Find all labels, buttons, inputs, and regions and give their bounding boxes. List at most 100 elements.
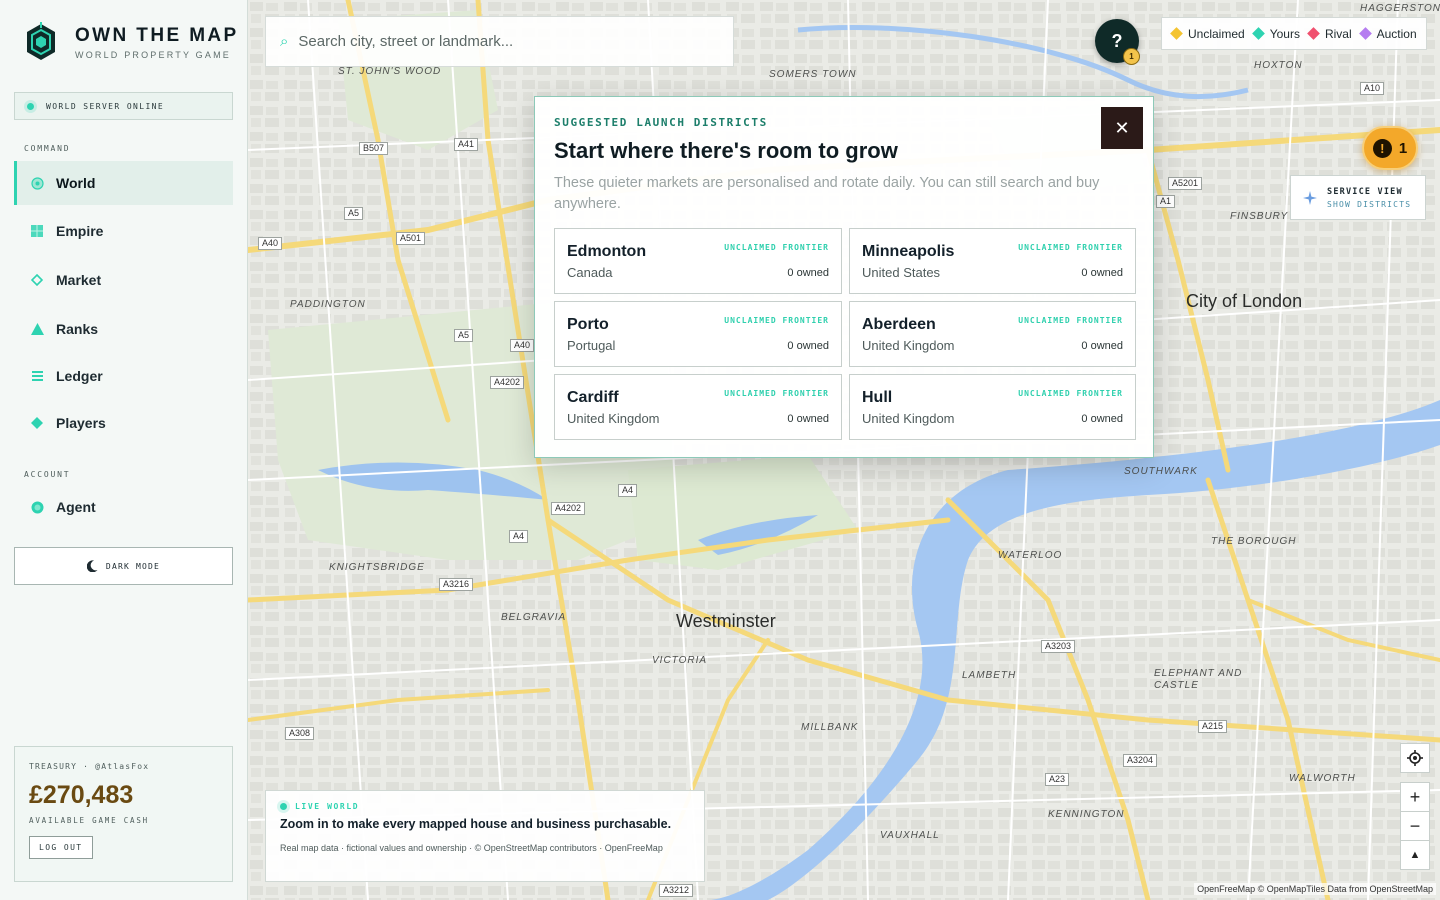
- alerts-button[interactable]: ! 1: [1362, 126, 1418, 170]
- modal-title: Start where there's room to grow: [554, 138, 898, 163]
- map-place-label: KNIGHTSBRIDGE: [329, 562, 425, 573]
- road-label: A41: [454, 138, 479, 151]
- district-tag: UNCLAIMED FRONTIER: [1018, 316, 1123, 325]
- nav-item-agent[interactable]: Agent: [14, 485, 233, 529]
- legend-diamond-icon: [1358, 27, 1372, 40]
- road-label: A40: [510, 339, 535, 352]
- nav-item-world[interactable]: World: [14, 161, 233, 205]
- grid-icon: [30, 224, 44, 238]
- district-card-edmonton[interactable]: Edmonton Canada UNCLAIMED FRONTIER 0 own…: [554, 228, 842, 294]
- map-place-label-westminster: Westminster: [676, 611, 776, 631]
- service-view-subtitle: SHOW DISTRICTS: [1327, 199, 1412, 209]
- map-place-label: FINSBURY: [1230, 211, 1289, 222]
- road-label: B507: [359, 142, 389, 155]
- map-place-label: HAGGERSTON: [1360, 3, 1440, 14]
- treasury-subtitle: AVAILABLE GAME CASH: [29, 816, 149, 825]
- road-label: A5: [344, 207, 364, 220]
- district-tag: UNCLAIMED FRONTIER: [724, 316, 829, 325]
- server-status-label: WORLD SERVER ONLINE: [46, 101, 165, 111]
- live-world-note: Real map data · fictional values and own…: [280, 843, 663, 853]
- locate-button[interactable]: [1400, 743, 1430, 773]
- map-place-label: LAMBETH: [962, 670, 1017, 681]
- moon-icon: [86, 560, 98, 572]
- map-place-label: WATERLOO: [998, 550, 1063, 561]
- nav-item-market[interactable]: Market: [14, 258, 233, 302]
- map-place-label: HOXTON: [1254, 60, 1303, 71]
- road-label: A308: [285, 727, 315, 740]
- zoom-in-button[interactable]: +: [1400, 782, 1430, 812]
- road-label: A4202: [490, 376, 525, 389]
- globe-icon: [30, 176, 44, 190]
- live-world-title: Zoom in to make every mapped house and b…: [280, 817, 672, 831]
- list-icon: [30, 369, 44, 383]
- road-label: A1: [1156, 195, 1176, 208]
- brand-title: OWN THE MAP: [75, 24, 239, 46]
- nav-item-ledger[interactable]: Ledger: [14, 354, 233, 398]
- legend-item-yours: Yours: [1251, 27, 1300, 41]
- map-place-label: VICTORIA: [652, 655, 708, 666]
- legend-label: Auction: [1376, 26, 1417, 41]
- diamond-outline-icon: [30, 273, 44, 287]
- brand-logo-icon: [27, 22, 55, 60]
- modal-eyebrow: SUGGESTED LAUNCH DISTRICTS: [554, 116, 768, 129]
- road-label: A4: [618, 484, 638, 497]
- nav-label: Agent: [56, 499, 96, 515]
- map-place-label: WALWORTH: [1289, 773, 1356, 784]
- section-label-account: ACCOUNT: [24, 470, 71, 479]
- dark-mode-label: DARK MODE: [105, 561, 161, 571]
- district-card-minneapolis[interactable]: Minneapolis United States UNCLAIMED FRON…: [849, 228, 1136, 294]
- map-place-label: PADDINGTON: [290, 299, 366, 310]
- legend-diamond-icon: [1307, 27, 1320, 40]
- road-label: A3203: [1041, 640, 1076, 653]
- map-place-label: MILLBANK: [801, 722, 859, 733]
- district-tag: UNCLAIMED FRONTIER: [1018, 389, 1123, 398]
- district-owned: 0 owned: [1081, 413, 1123, 425]
- district-tag: UNCLAIMED FRONTIER: [724, 389, 829, 398]
- legend-item-rival: Rival: [1307, 27, 1352, 41]
- legend-item-unclaimed: Unclaimed: [1170, 27, 1245, 41]
- locate-icon: [1407, 750, 1423, 766]
- nav-item-empire[interactable]: Empire: [14, 209, 233, 253]
- map-attribution: OpenFreeMap © OpenMapTiles Data from Ope…: [1194, 883, 1436, 895]
- district-card-hull[interactable]: Hull United Kingdom UNCLAIMED FRONTIER 0…: [849, 374, 1136, 440]
- road-label: A215: [1198, 720, 1228, 733]
- map-place-label: SOUTHWARK: [1124, 466, 1198, 477]
- district-card-aberdeen[interactable]: Aberdeen United Kingdom UNCLAIMED FRONTI…: [849, 301, 1136, 367]
- nav-item-players[interactable]: Players: [14, 401, 233, 445]
- map-place-label: BELGRAVIA: [501, 612, 567, 623]
- map-place-label: KENNINGTON: [1048, 809, 1125, 820]
- live-dot-icon: [280, 803, 287, 810]
- map-place-label: ST. JOHN'S WOOD: [338, 66, 442, 77]
- nav-item-ranks[interactable]: Ranks: [14, 307, 233, 351]
- treasury-header: TREASURY · @AtlasFox: [29, 762, 150, 771]
- logout-button[interactable]: LOG OUT: [29, 836, 93, 859]
- diamond-icon: [30, 416, 44, 430]
- road-label: A3204: [1123, 754, 1158, 767]
- nav-label: Ledger: [56, 368, 103, 384]
- road-label: A501: [396, 232, 426, 245]
- search-input[interactable]: [298, 33, 719, 50]
- map-search-bar[interactable]: ⌕: [265, 16, 734, 67]
- district-card-porto[interactable]: Porto Portugal UNCLAIMED FRONTIER 0 owne…: [554, 301, 842, 367]
- district-owned: 0 owned: [1081, 340, 1123, 352]
- close-button[interactable]: ✕: [1101, 107, 1143, 149]
- map-place-label: VAUXHALL: [880, 830, 940, 841]
- treasury-cash: £270,483: [29, 781, 134, 809]
- legend-diamond-icon: [1251, 27, 1265, 40]
- status-dot-icon: [27, 102, 34, 110]
- agent-dot-icon: [30, 500, 44, 514]
- dark-mode-button[interactable]: DARK MODE: [14, 547, 233, 585]
- server-status: WORLD SERVER ONLINE: [14, 92, 233, 120]
- map-place-label: ELEPHANT AND CASTLE: [1154, 668, 1243, 691]
- live-world-card: LIVE WORLD Zoom in to make every mapped …: [265, 790, 705, 882]
- zoom-out-button[interactable]: −: [1400, 811, 1430, 841]
- road-label: A23: [1045, 773, 1070, 786]
- district-card-cardiff[interactable]: Cardiff United Kingdom UNCLAIMED FRONTIE…: [554, 374, 842, 440]
- district-owned: 0 owned: [787, 413, 829, 425]
- alert-icon: !: [1372, 138, 1392, 158]
- nav-label: World: [56, 175, 96, 191]
- compass-button[interactable]: ▲: [1400, 840, 1430, 870]
- service-view-toggle[interactable]: SERVICE VIEW SHOW DISTRICTS: [1290, 175, 1426, 220]
- road-label: A5201: [1168, 177, 1203, 190]
- map-place-label-city-of-london: City of London: [1186, 291, 1303, 311]
